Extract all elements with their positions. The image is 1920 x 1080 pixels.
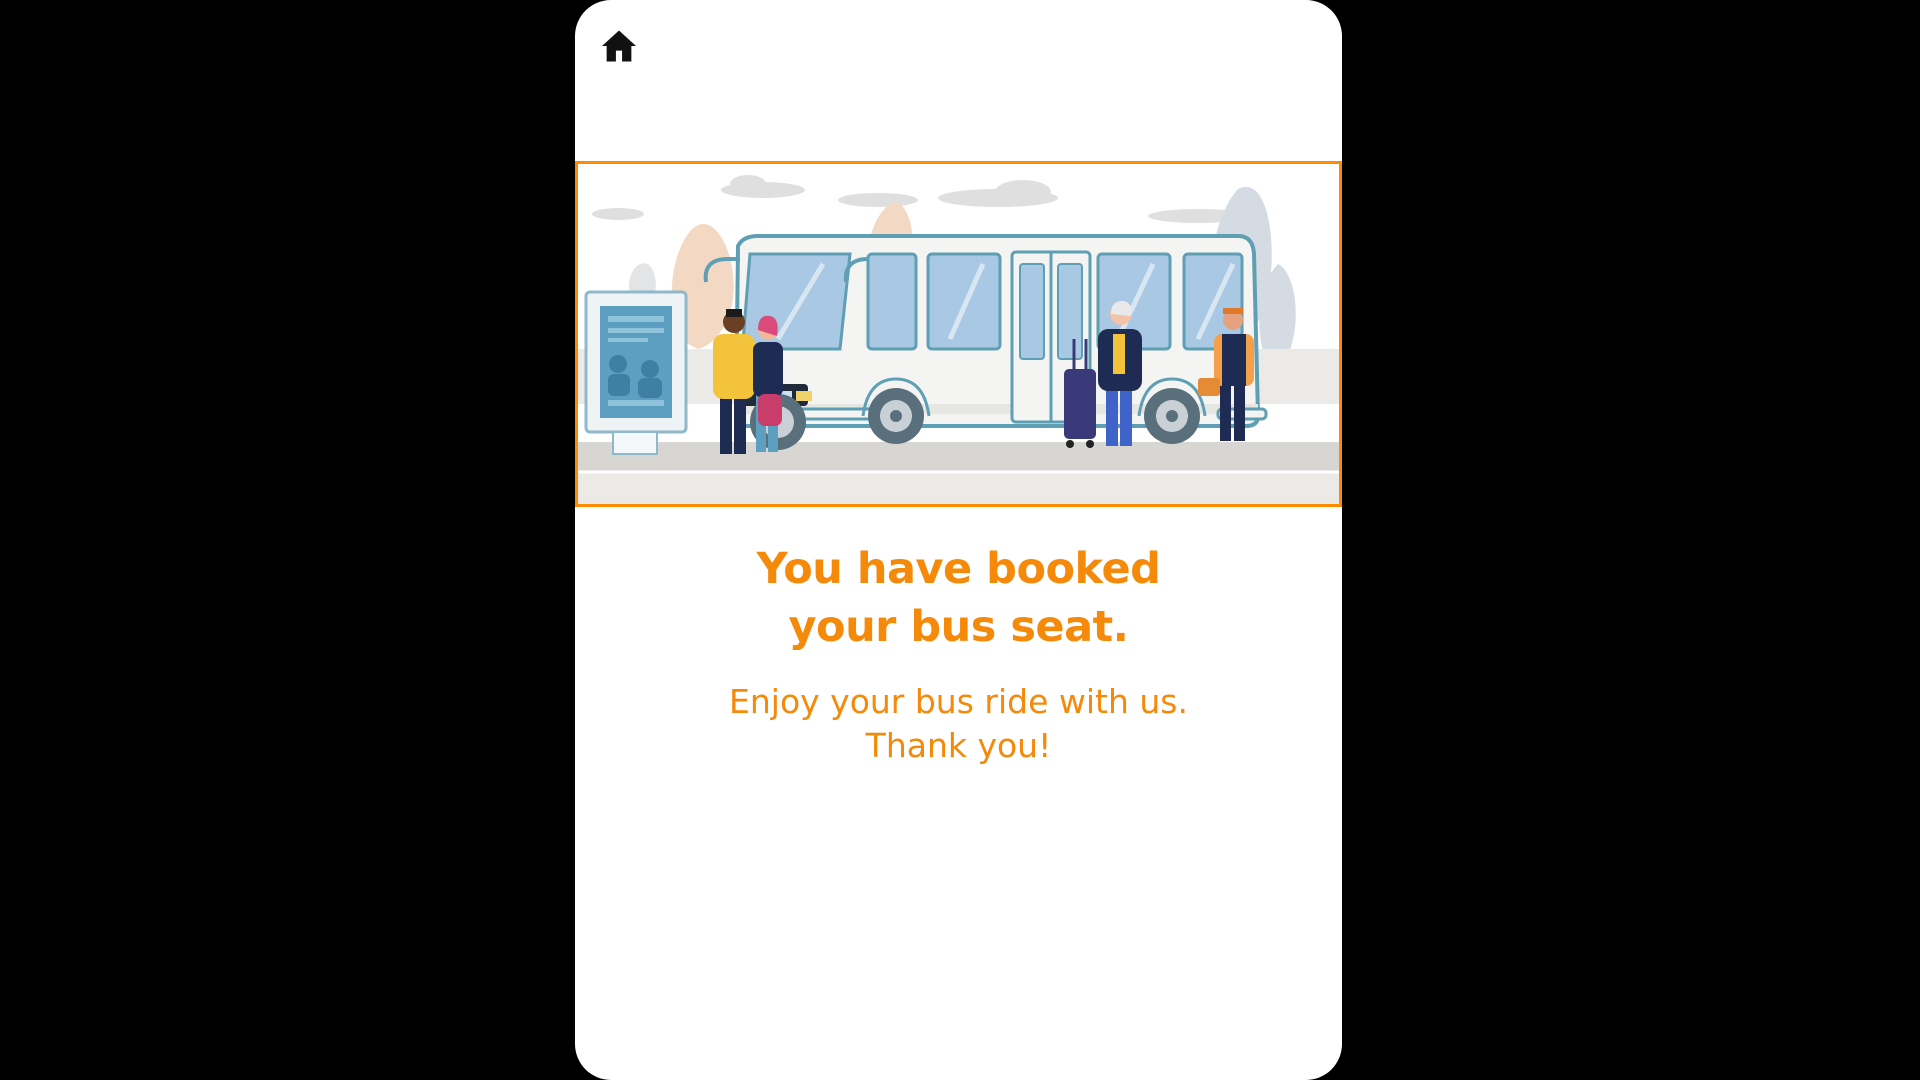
screen-background: You have booked your bus seat. Enjoy you… [0, 0, 1920, 1080]
bus-stop-board [584, 290, 688, 455]
bus-stop-illustration [575, 161, 1342, 507]
bus [703, 234, 1268, 450]
confirmation-title: You have booked your bus seat. [575, 540, 1342, 656]
message-line-1: Enjoy your bus ride with us. [729, 682, 1188, 721]
title-line-1: You have booked [756, 544, 1161, 594]
message-line-2: Thank you! [865, 726, 1052, 765]
title-line-2: your bus seat. [788, 602, 1129, 652]
clouds [592, 175, 1248, 223]
home-button[interactable] [599, 26, 639, 66]
confirmation-screen: You have booked your bus seat. Enjoy you… [575, 0, 1342, 1080]
confirmation-message: Enjoy your bus ride with us. Thank you! [575, 680, 1342, 768]
home-icon [602, 30, 636, 62]
bus-stop-artwork [578, 175, 1339, 504]
